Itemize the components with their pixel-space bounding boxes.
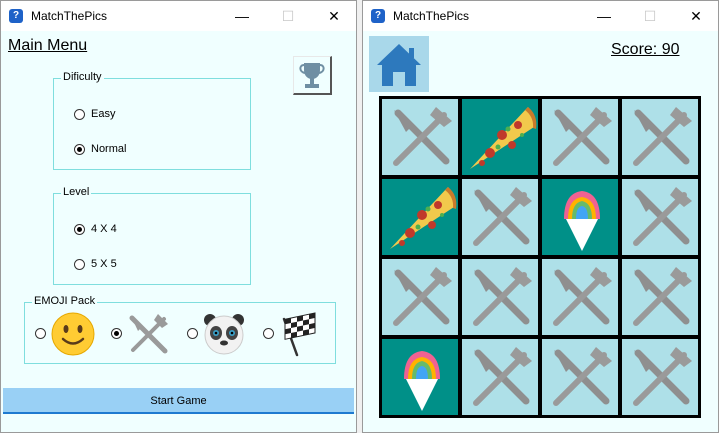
- fork-knife-icon: [473, 187, 532, 246]
- minimize-button[interactable]: —: [220, 1, 264, 31]
- pizza-icon: [470, 107, 537, 169]
- difficulty-legend: Dificulty: [61, 71, 104, 83]
- level-group: Level 4 X 4 5 X 5: [53, 186, 251, 285]
- card-tile[interactable]: [621, 178, 699, 256]
- radio-emoji-food[interactable]: [111, 328, 122, 339]
- radio-emoji-flag[interactable]: [263, 328, 274, 339]
- app-icon: ?: [9, 9, 23, 23]
- trophy-button[interactable]: [293, 56, 332, 95]
- card-tile[interactable]: [381, 98, 459, 176]
- radio-normal[interactable]: [74, 144, 85, 155]
- radio-label-normal: Normal: [91, 143, 127, 155]
- radio-emoji-smiley[interactable]: [35, 328, 46, 339]
- card-tile[interactable]: [461, 258, 539, 336]
- app-icon: ?: [371, 9, 385, 23]
- difficulty-group: Dificulty Easy Normal: [53, 71, 251, 170]
- title-bar[interactable]: ? MatchThePics — ☐ ✕: [363, 1, 718, 31]
- fork-knife-icon: [473, 267, 532, 326]
- fork-knife-icon: [633, 107, 692, 166]
- game-board: [379, 96, 701, 418]
- card-tile[interactable]: [381, 178, 459, 256]
- shaved-ice-icon: [404, 351, 440, 411]
- radio-emoji-animal[interactable]: [187, 328, 198, 339]
- radio-5x5[interactable]: [74, 259, 85, 270]
- card-tile[interactable]: [541, 98, 619, 176]
- card-tile[interactable]: [461, 98, 539, 176]
- close-button[interactable]: ✕: [674, 1, 718, 31]
- fork-knife-icon: [553, 107, 612, 166]
- title-bar[interactable]: ? MatchThePics — ☐ ✕: [1, 1, 356, 31]
- window-title: MatchThePics: [393, 9, 470, 23]
- pizza-icon: [390, 187, 457, 249]
- maximize-button[interactable]: ☐: [628, 1, 672, 31]
- card-tile[interactable]: [381, 338, 459, 416]
- emoji-pack-legend: EMOJI Pack: [32, 295, 98, 307]
- level-legend: Level: [61, 186, 92, 198]
- fork-knife-icon: [393, 267, 452, 326]
- card-tile[interactable]: [541, 338, 619, 416]
- card-tile[interactable]: [381, 258, 459, 336]
- card-tile[interactable]: [541, 258, 619, 336]
- radio-4x4[interactable]: [74, 224, 85, 235]
- panda-icon[interactable]: [201, 311, 247, 357]
- fork-knife-icon[interactable]: [125, 311, 171, 357]
- shaved-ice-icon: [564, 191, 600, 251]
- card-tile[interactable]: [621, 98, 699, 176]
- radio-label-4x4: 4 X 4: [91, 223, 117, 235]
- fork-knife-icon: [393, 107, 452, 166]
- emoji-pack-group: EMOJI Pack: [24, 295, 336, 364]
- fork-knife-icon: [473, 347, 532, 406]
- card-tile[interactable]: [621, 258, 699, 336]
- window-title: MatchThePics: [31, 9, 108, 23]
- radio-easy[interactable]: [74, 109, 85, 120]
- fork-knife-icon: [633, 347, 692, 406]
- card-tile[interactable]: [621, 338, 699, 416]
- score-label: Score: 90: [611, 41, 680, 58]
- minimize-button[interactable]: —: [582, 1, 626, 31]
- start-game-button[interactable]: Start Game: [3, 388, 354, 414]
- fork-knife-icon: [553, 347, 612, 406]
- home-button[interactable]: [369, 36, 429, 92]
- card-tile[interactable]: [461, 338, 539, 416]
- game-window: ? MatchThePics — ☐ ✕ Score: 90: [362, 0, 719, 433]
- home-icon: [377, 44, 421, 86]
- fork-knife-icon: [633, 187, 692, 246]
- trophy-icon: [299, 63, 325, 88]
- close-button[interactable]: ✕: [312, 1, 356, 31]
- fork-knife-icon: [633, 267, 692, 326]
- radio-label-easy: Easy: [91, 108, 116, 120]
- card-tile[interactable]: [541, 178, 619, 256]
- main-menu-client: Main Menu Dificulty Easy Normal Level 4 …: [1, 31, 356, 432]
- checkered-flag-icon[interactable]: [277, 311, 323, 357]
- maximize-button[interactable]: ☐: [266, 1, 310, 31]
- card-tile[interactable]: [461, 178, 539, 256]
- smiley-face-icon[interactable]: [50, 311, 96, 357]
- fork-knife-icon: [553, 267, 612, 326]
- main-menu-link[interactable]: Main Menu: [8, 37, 87, 55]
- radio-label-5x5: 5 X 5: [91, 258, 117, 270]
- main-menu-window: ? MatchThePics — ☐ ✕ Main Menu Dificulty…: [0, 0, 357, 433]
- game-client: Score: 90: [363, 31, 718, 432]
